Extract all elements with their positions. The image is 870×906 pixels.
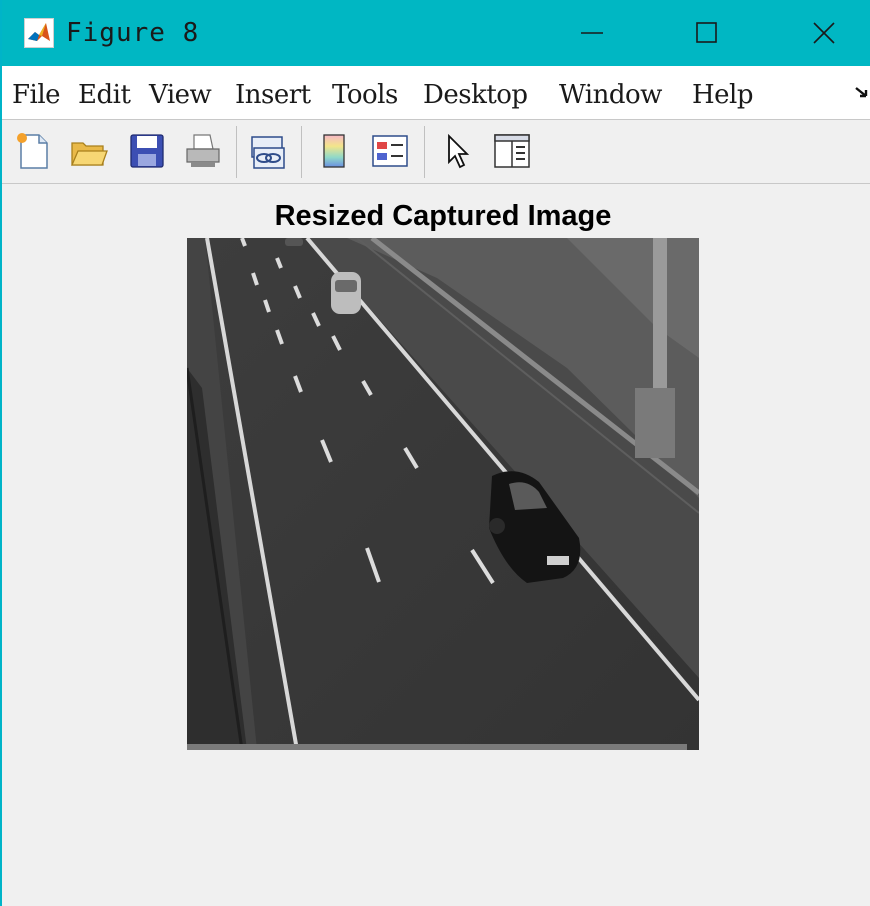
menu-help[interactable]: Help <box>692 80 754 110</box>
minimize-icon <box>581 32 603 34</box>
toolbar-separator <box>424 126 425 178</box>
figure-toolbar <box>2 120 870 184</box>
menu-desktop[interactable]: Desktop <box>423 80 528 110</box>
menu-edit[interactable]: Edit <box>78 80 131 110</box>
minimize-button[interactable] <box>562 0 622 66</box>
maximize-icon <box>696 22 717 43</box>
matlab-logo-icon <box>24 18 54 48</box>
menu-bar: File Edit View Insert Tools Desktop Wind… <box>2 66 870 120</box>
maximize-button[interactable] <box>677 0 737 66</box>
close-button[interactable] <box>794 0 854 66</box>
colorbar-button[interactable] <box>313 130 355 172</box>
new-figure-button[interactable] <box>12 130 54 172</box>
link-plot-icon <box>251 136 285 169</box>
window-title: Figure 8 <box>66 18 200 48</box>
menu-view[interactable]: View <box>149 80 212 110</box>
title-bar[interactable]: Figure 8 <box>2 0 870 66</box>
dock-arrow-icon[interactable] <box>854 84 870 102</box>
new-figure-icon <box>17 133 48 169</box>
menu-window[interactable]: Window <box>559 80 662 110</box>
close-icon <box>813 22 835 44</box>
link-plot-button[interactable] <box>247 130 289 172</box>
colorbar-icon <box>323 134 345 168</box>
legend-button[interactable] <box>369 130 411 172</box>
save-icon <box>130 134 164 168</box>
save-button[interactable] <box>126 130 168 172</box>
edit-plot-pointer-icon <box>448 133 470 169</box>
open-file-icon <box>71 142 108 166</box>
menu-tools[interactable]: Tools <box>332 80 398 110</box>
print-button[interactable] <box>182 130 224 172</box>
menu-insert[interactable]: Insert <box>235 80 311 110</box>
menu-file[interactable]: File <box>12 80 61 110</box>
toolbar-separator <box>301 126 302 178</box>
legend-icon <box>372 135 408 167</box>
open-file-button[interactable] <box>68 130 110 172</box>
toolbar-separator <box>236 126 237 178</box>
figure-window: Figure 8 File Edit View Insert Tools Des… <box>0 0 870 906</box>
print-icon <box>186 134 220 167</box>
property-editor-button[interactable] <box>491 130 533 172</box>
property-editor-icon <box>494 134 530 168</box>
plot-title: Resized Captured Image <box>274 200 612 232</box>
edit-plot-button[interactable] <box>437 130 479 172</box>
captured-image <box>185 236 701 751</box>
